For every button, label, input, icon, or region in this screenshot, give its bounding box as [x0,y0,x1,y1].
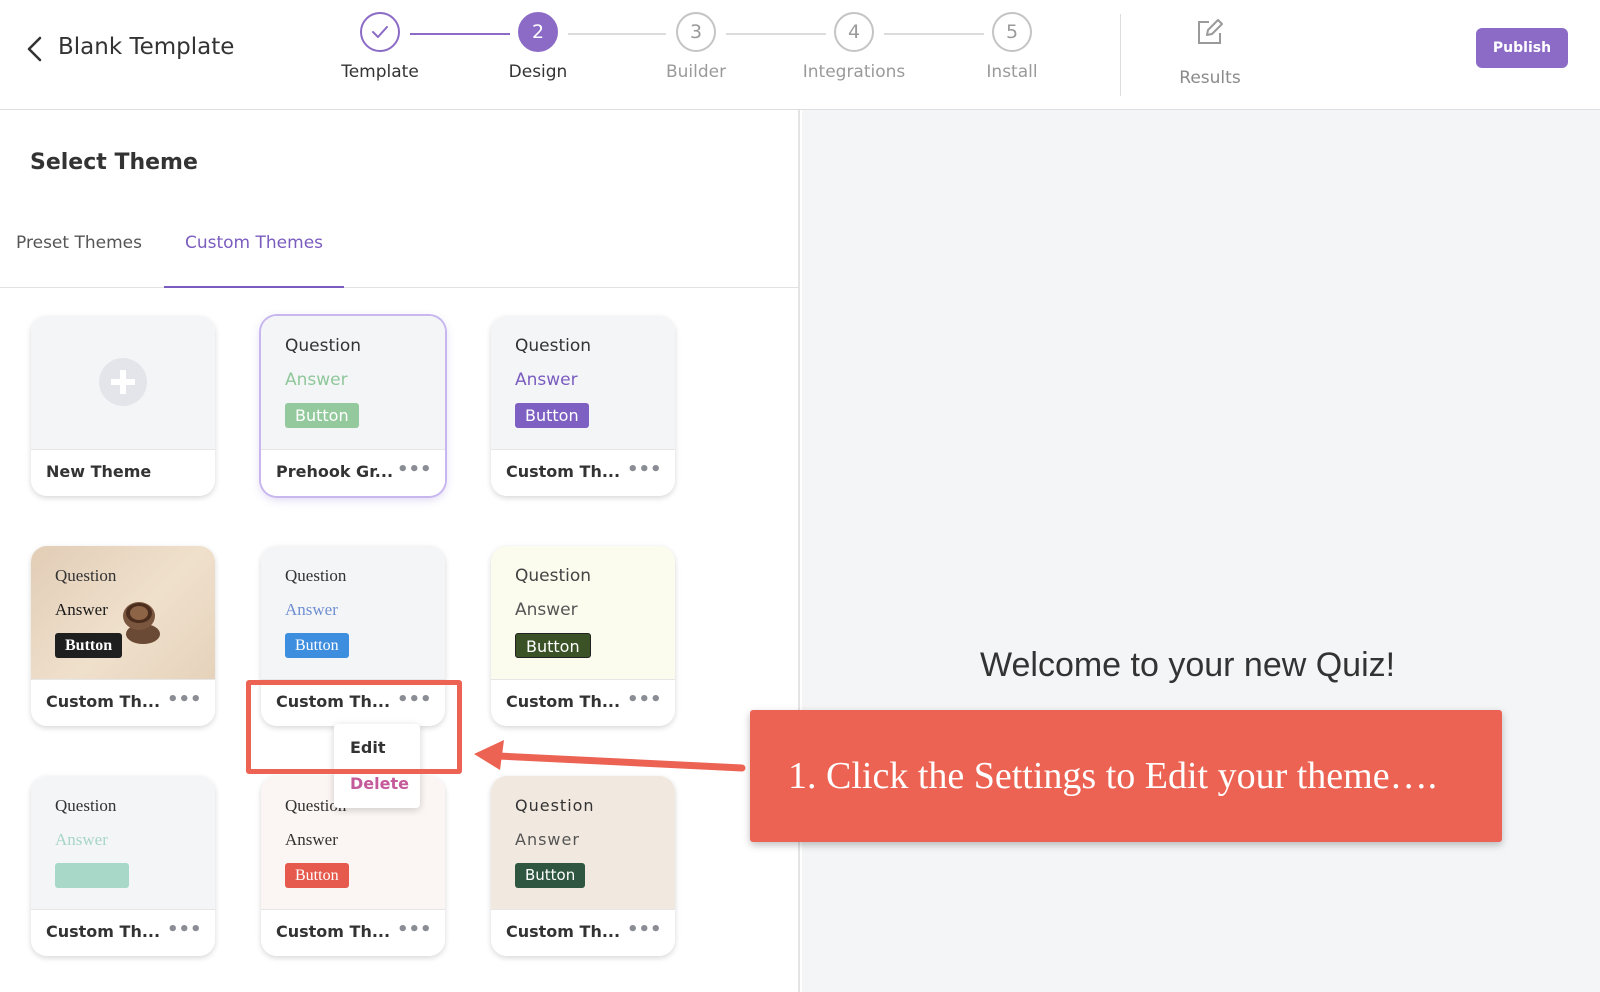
preview-answer: Answer [515,600,578,620]
preview-answer: Answer [55,600,108,619]
step-number: 5 [992,12,1032,52]
theme-name: Custom Th... [506,692,621,711]
welcome-message: Welcome to your new Quiz! [980,646,1396,684]
step-template[interactable]: Template [300,12,460,82]
theme-card[interactable]: Question Answer Button Prehook Gr... ••• [261,316,445,496]
theme-card[interactable]: Question Answer Button Custom Th... ••• [31,546,215,726]
theme-preview: Question Answer Button [261,546,445,680]
instruction-callout: 1. Click the Settings to Edit your theme… [750,710,1502,842]
theme-card[interactable]: Question Answer Button Custom Th... ••• [491,776,675,956]
step-number: 4 [834,12,874,52]
theme-preview [31,316,215,450]
more-options-icon[interactable]: ••• [397,460,432,484]
callout-text: 1. Click the Settings to Edit your theme… [788,755,1438,797]
top-header: Blank Template Template 2 Design 3 Build… [0,0,1600,110]
results-label: Results [1179,68,1241,88]
step-label: Install [986,62,1038,82]
preview-button: Button [285,633,349,658]
preview-answer: Answer [285,830,338,849]
theme-preview: Question Answer Button [31,546,215,680]
step-builder[interactable]: 3 Builder [616,12,776,82]
theme-name: Custom Th... [46,692,161,711]
step-install[interactable]: 5 Install [932,12,1092,82]
step-design[interactable]: 2 Design [458,12,618,82]
more-options-icon[interactable]: ••• [167,920,202,944]
annotation-highlight-box [246,680,462,774]
more-options-icon[interactable]: ••• [627,460,662,484]
check-icon [360,12,400,52]
preview-answer: Answer [515,830,580,849]
theme-preview: Question Answer Button [491,546,675,680]
preview-button: Button [285,863,349,888]
new-theme-card[interactable]: New Theme [31,316,215,496]
more-options-icon[interactable]: ••• [627,690,662,714]
step-label: Design [508,62,568,82]
preview-question: Question [55,796,117,815]
theme-preview: Question Answer [31,776,215,910]
preview-question: Question [285,336,362,356]
theme-preview: Question Answer Button [261,316,445,450]
preview-answer: Answer [285,370,348,390]
template-title: Blank Template [58,34,235,60]
more-options-icon[interactable]: ••• [627,920,662,944]
coffee-mug-icon [123,602,160,644]
preview-button: Button [55,633,123,658]
header-divider [1120,14,1121,96]
preview-question: Question [55,566,117,585]
panel-title: Select Theme [30,150,198,175]
delete-menu-item[interactable]: Delete [350,774,409,793]
theme-card[interactable]: Question Answer Button Custom Th... ••• [491,546,675,726]
theme-name: Custom Th... [46,922,161,941]
step-number: 3 [676,12,716,52]
step-integrations[interactable]: 4 Integrations [774,12,934,82]
theme-name: Custom Th... [276,922,391,941]
more-options-icon[interactable]: ••• [397,920,432,944]
preview-answer: Answer [515,370,578,390]
arrow-icon [474,740,746,772]
back-icon[interactable] [22,34,50,64]
step-label: Template [341,62,419,82]
more-options-icon[interactable]: ••• [167,690,202,714]
publish-button[interactable]: Publish [1476,28,1568,68]
preview-button [55,863,129,888]
theme-name: New Theme [46,462,152,481]
theme-preview: Question Answer Button [491,776,675,910]
preview-answer: Answer [285,600,338,619]
step-label: Builder [665,62,727,82]
theme-preview: Question Answer Button [491,316,675,450]
preview-button: Button [515,633,591,658]
results-tab[interactable]: Results [1160,16,1260,88]
theme-card[interactable]: Question Answer Button Custom Th... ••• [491,316,675,496]
theme-name: Custom Th... [506,922,621,941]
tab-custom-themes[interactable]: Custom Themes [164,220,344,288]
preview-question: Question [285,566,347,585]
preview-button: Button [515,403,589,428]
plus-icon [99,358,147,406]
preview-question: Question [515,336,592,356]
theme-tabs: Preset Themes Custom Themes [0,220,800,288]
preview-button: Button [285,403,359,428]
tab-preset-themes[interactable]: Preset Themes [0,220,158,288]
theme-name: Custom Th... [506,462,621,481]
edit-icon [1198,19,1223,44]
quiz-preview-panel: Welcome to your new Quiz! [802,110,1600,992]
theme-name: Prehook Gr... [276,462,394,481]
preview-button: Button [515,863,586,888]
step-label: Integrations [802,62,906,82]
preview-answer: Answer [55,830,108,849]
theme-card[interactable]: Question Answer Custom Th... ••• [31,776,215,956]
step-number: 2 [518,12,558,52]
preview-question: Question [515,566,592,586]
preview-question: Question [515,796,595,815]
